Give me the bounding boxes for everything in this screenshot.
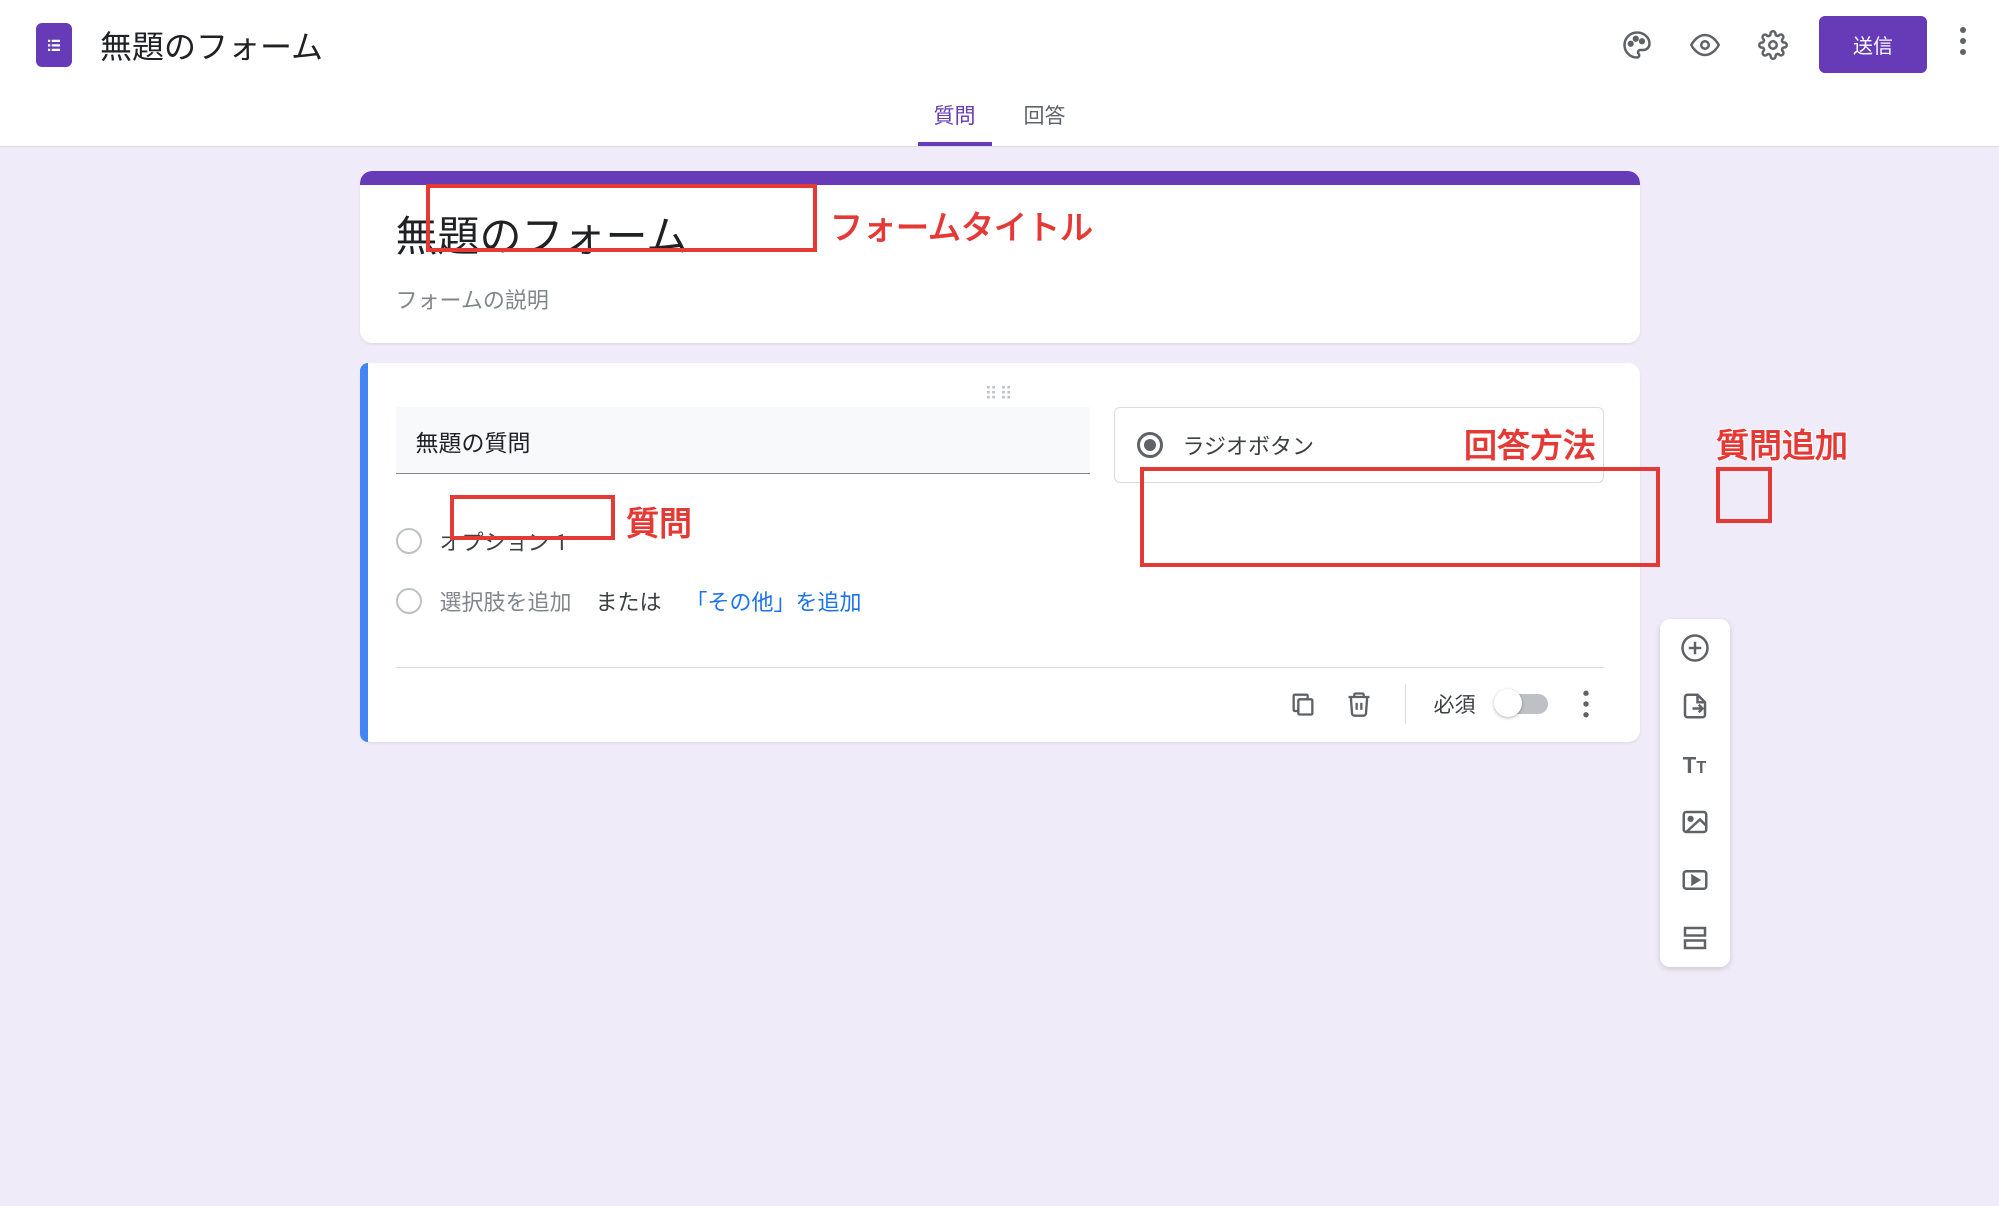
question-type-label: ラジオボタン: [1183, 429, 1547, 461]
add-other-button[interactable]: 「その他」を追加: [686, 585, 862, 617]
header-actions: 送信: [1615, 16, 1975, 73]
svg-text:T: T: [1696, 758, 1706, 777]
add-question-button[interactable]: [1678, 631, 1712, 665]
form-header-card: フォームの説明: [360, 171, 1640, 343]
add-option-row: 選択肢を追加 または 「その他」を追加: [396, 571, 1604, 631]
chevron-down-icon: ▼: [1567, 437, 1581, 454]
question-more-button[interactable]: [1568, 686, 1604, 722]
required-toggle[interactable]: [1496, 694, 1548, 714]
settings-button[interactable]: [1751, 23, 1795, 67]
question-input-wrapper[interactable]: [396, 407, 1090, 474]
form-column: フォームの説明 ⠿⠿ ラジオボタン ▼ オプション 1 選: [360, 171, 1640, 742]
document-title[interactable]: 無題のフォーム: [100, 22, 1615, 68]
annotation-add-question-box: [1716, 467, 1772, 523]
required-label: 必須: [1434, 689, 1476, 719]
add-icon: [1680, 633, 1710, 663]
forms-logo[interactable]: [36, 23, 72, 67]
more-icon: [1959, 26, 1967, 56]
form-description-input[interactable]: フォームの説明: [396, 283, 1604, 315]
import-icon: [1680, 691, 1710, 721]
tab-questions[interactable]: 質問: [918, 90, 992, 146]
form-title-input[interactable]: [396, 205, 1604, 261]
form-canvas: フォームの説明 ⠿⠿ ラジオボタン ▼ オプション 1 選: [0, 147, 1999, 742]
radio-empty-icon: [396, 588, 422, 614]
option-text[interactable]: オプション 1: [440, 525, 568, 557]
drag-handle-icon[interactable]: ⠿⠿: [396, 391, 1604, 407]
question-card: ⠿⠿ ラジオボタン ▼ オプション 1 選択肢を追加 または 「その他: [360, 363, 1640, 742]
question-header-row: ラジオボタン ▼: [396, 407, 1604, 483]
video-icon: [1680, 865, 1710, 895]
radio-icon: [1137, 432, 1163, 458]
app-header: 無題のフォーム 送信: [0, 0, 1999, 90]
palette-icon: [1622, 30, 1652, 60]
main-tabs: 質問 回答: [0, 90, 1999, 147]
add-image-button[interactable]: [1678, 805, 1712, 839]
image-icon: [1680, 807, 1710, 837]
question-title-input[interactable]: [416, 427, 1070, 454]
floating-toolbar: TT: [1660, 619, 1730, 967]
preview-button[interactable]: [1683, 23, 1727, 67]
import-questions-button[interactable]: [1678, 689, 1712, 723]
more-icon: [1572, 690, 1600, 718]
copy-icon: [1289, 690, 1317, 718]
add-section-button[interactable]: [1678, 921, 1712, 955]
tab-responses[interactable]: 回答: [1008, 90, 1082, 146]
svg-text:T: T: [1682, 753, 1696, 779]
or-text: または: [596, 585, 662, 617]
annotation-add-question-label: 質問追加: [1716, 419, 1848, 467]
add-title-button[interactable]: TT: [1678, 747, 1712, 781]
radio-empty-icon: [396, 528, 422, 554]
duplicate-button[interactable]: [1285, 686, 1321, 722]
text-icon: TT: [1680, 749, 1710, 779]
footer-divider: [1405, 684, 1406, 724]
delete-icon: [1345, 690, 1373, 718]
question-footer: 必須: [396, 667, 1604, 742]
option-row: オプション 1: [396, 511, 1604, 571]
settings-icon: [1758, 30, 1788, 60]
more-menu-button[interactable]: [1951, 26, 1975, 63]
theme-button[interactable]: [1615, 23, 1659, 67]
question-type-selector[interactable]: ラジオボタン ▼: [1114, 407, 1604, 483]
add-video-button[interactable]: [1678, 863, 1712, 897]
preview-icon: [1690, 30, 1720, 60]
delete-button[interactable]: [1341, 686, 1377, 722]
section-icon: [1680, 923, 1710, 953]
add-option-button[interactable]: 選択肢を追加: [440, 585, 572, 617]
send-button[interactable]: 送信: [1819, 16, 1927, 73]
